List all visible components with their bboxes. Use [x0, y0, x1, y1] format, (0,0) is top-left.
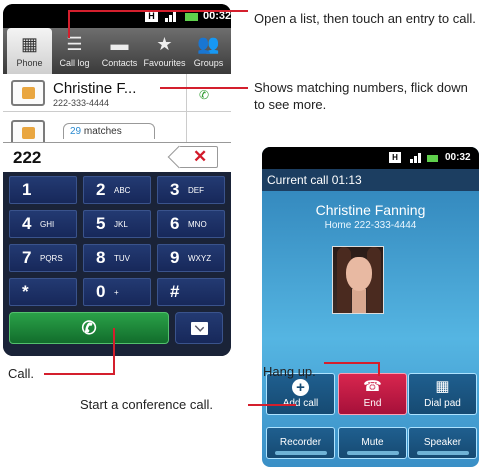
envelope-icon — [191, 322, 208, 335]
plus-icon: + — [292, 379, 309, 396]
match-list: Christine F... 222-333-4444 ✆ 29 matches — [3, 74, 231, 146]
hspa-icon: H — [389, 152, 401, 163]
callout-matching: Shows matching numbers, flick down to se… — [254, 80, 468, 112]
call-icon[interactable]: ✆ — [199, 88, 209, 102]
callout-line — [160, 87, 248, 89]
dialer-screen: H 00:32 ▦ Phone ☰ Call log ▬ Contacts ★ … — [3, 4, 231, 356]
key-7[interactable]: 7 PQRS — [9, 244, 77, 272]
key-4[interactable]: 4 GHI — [9, 210, 77, 238]
callout-line — [68, 10, 70, 38]
callout-line — [44, 373, 115, 375]
key-8[interactable]: 8 TUV — [83, 244, 151, 272]
contact-name: Christine F... — [53, 80, 137, 97]
callout-line — [248, 404, 296, 406]
tab-call-log[interactable]: ☰ Call log — [52, 28, 97, 74]
key-0[interactable]: 0 + — [83, 278, 151, 306]
in-call-screen: H 00:32 Current call 01:13 Christine Fan… — [262, 147, 479, 467]
divider — [186, 74, 187, 146]
phone-icon: ✆ — [81, 318, 97, 338]
list-icon: ☰ — [66, 34, 83, 54]
end-call-button[interactable]: ☎ End — [338, 373, 407, 415]
callout-line — [378, 362, 380, 376]
callout-conference: Start a conference call. — [80, 397, 213, 412]
keypad-icon: ▦ — [435, 378, 450, 395]
key-2[interactable]: 2 ABC — [83, 176, 151, 204]
battery-icon — [427, 155, 438, 162]
groups-icon: 👥 — [197, 34, 220, 54]
dial-pad-button[interactable]: ▦ Dial pad — [408, 373, 477, 415]
message-button[interactable] — [175, 312, 223, 344]
battery-icon — [185, 13, 198, 21]
key-star[interactable]: * — [9, 278, 77, 306]
key-1[interactable]: 1 — [9, 176, 77, 204]
callout-line — [113, 328, 115, 375]
key-9[interactable]: 9 WXYZ — [157, 244, 225, 272]
key-5[interactable]: 5 JKL — [83, 210, 151, 238]
speaker-button[interactable]: Speaker — [408, 427, 477, 459]
tab-favourites[interactable]: ★ Favourites — [142, 28, 187, 74]
dialed-number: 222 — [13, 148, 42, 167]
caller-name: Christine Fanning — [315, 202, 426, 218]
callout-line — [324, 362, 380, 364]
contacts-icon: ▬ — [110, 34, 129, 54]
hang-up-icon: ☎ — [363, 378, 382, 395]
contact-number: 222-333-4444 — [53, 98, 110, 108]
dial-input[interactable]: 222 ✕ — [3, 142, 231, 172]
callout-open-list: Open a list, then touch an entry to call… — [254, 11, 476, 26]
caller-photo — [332, 246, 384, 314]
keypad-icon: ▦ — [20, 34, 38, 54]
delete-button[interactable]: ✕ — [178, 146, 218, 168]
status-bar: H 00:32 — [3, 4, 231, 28]
signal-icon — [410, 153, 422, 163]
star-icon: ★ — [156, 34, 173, 54]
status-time: 00:32 — [445, 152, 471, 163]
callout-line — [68, 10, 248, 12]
list-item[interactable]: Christine F... 222-333-4444 ✆ — [3, 74, 231, 112]
signal-icon — [165, 11, 179, 22]
matches-count[interactable]: 29 matches — [63, 123, 155, 139]
dialer-tabs: ▦ Phone ☰ Call log ▬ Contacts ★ Favourit… — [3, 28, 231, 74]
tab-phone[interactable]: ▦ Phone — [7, 28, 52, 74]
mute-button[interactable]: Mute — [338, 427, 407, 459]
call-button[interactable]: ✆ — [9, 312, 169, 344]
callout-hang-up: Hang up. — [263, 364, 316, 379]
delete-icon: ✕ — [193, 147, 208, 166]
contact-card-icon — [11, 80, 45, 106]
keypad: 1 2 ABC 3 DEF 4 GHI 5 JKL 6 MNO 7 PQRS 8 TUV 9W… — [3, 172, 231, 356]
callout-call: Call. — [8, 366, 35, 381]
key-3[interactable]: 3 DEF — [157, 176, 225, 204]
key-hash[interactable]: # — [157, 278, 225, 306]
caller-number: Home 222-333-4444 — [324, 220, 417, 231]
tab-groups[interactable]: 👥 Groups — [186, 28, 231, 74]
tab-contacts[interactable]: ▬ Contacts — [97, 28, 142, 74]
status-bar: H 00:32 — [262, 147, 479, 169]
recorder-button[interactable]: Recorder — [266, 427, 335, 459]
key-6[interactable]: 6 MNO — [157, 210, 225, 238]
current-call-timer: Current call 01:13 — [262, 169, 479, 191]
